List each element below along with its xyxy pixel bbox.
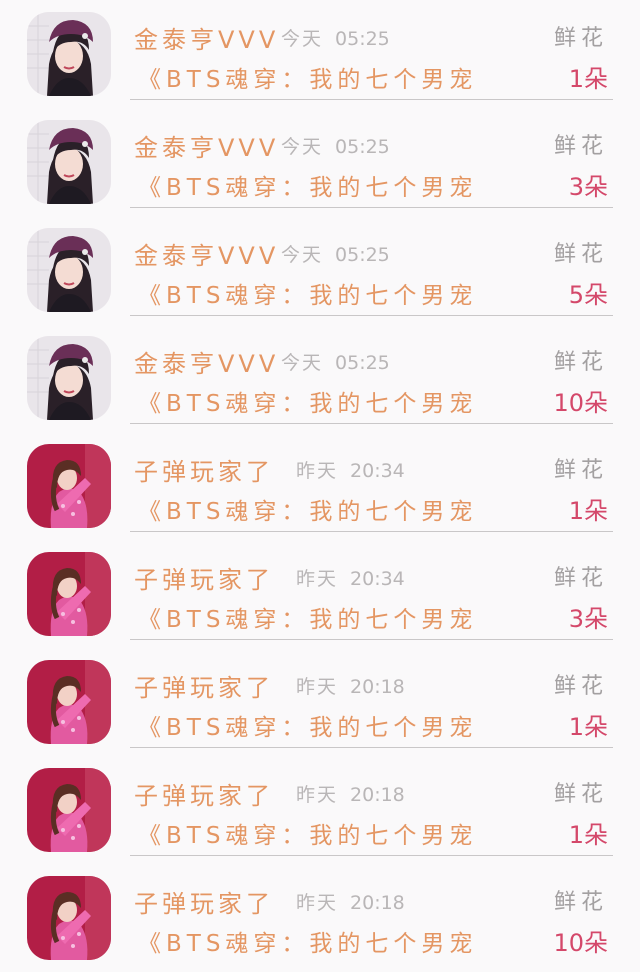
divider — [130, 422, 613, 424]
list-item[interactable]: 子弹玩家了 昨天 20:34 鲜花 《BTS魂穿：我的七个男宠 3朵 — [0, 540, 640, 648]
avatar-pink-outfit-girl-icon[interactable] — [27, 876, 111, 960]
user-name: 子弹玩家了 — [134, 566, 274, 594]
list-item[interactable]: 金泰亨VVV 今天 05:25 鲜花 《BTS魂穿：我的七个男宠 5朵 — [0, 216, 640, 324]
list-item[interactable]: 金泰亨VVV 今天 05:25 鲜花 《BTS魂穿：我的七个男宠 10朵 — [0, 324, 640, 432]
divider — [130, 746, 613, 748]
avatar-beret-girl-icon[interactable] — [27, 12, 111, 96]
list-item[interactable]: 金泰亨VVV 今天 05:25 鲜花 《BTS魂穿：我的七个男宠 3朵 — [0, 108, 640, 216]
book-title: 《BTS魂穿：我的七个男宠 — [138, 67, 478, 93]
timestamp: 昨天 20:34 — [296, 568, 405, 590]
gift-type-label: 鲜花 — [553, 674, 608, 699]
timestamp: 昨天 20:18 — [296, 676, 405, 698]
gift-amount: 1朵 — [568, 713, 608, 741]
timestamp: 今天 05:25 — [281, 352, 390, 374]
user-name: 金泰亨VVV — [134, 134, 280, 162]
book-title: 《BTS魂穿：我的七个男宠 — [138, 175, 478, 201]
timestamp: 今天 05:25 — [281, 28, 390, 50]
gift-amount: 10朵 — [553, 389, 608, 417]
gift-type-label: 鲜花 — [553, 26, 608, 51]
list-item[interactable]: 子弹玩家了 昨天 20:18 鲜花 《BTS魂穿：我的七个男宠 10朵 — [0, 864, 640, 972]
gift-type-label: 鲜花 — [553, 890, 608, 915]
timestamp: 昨天 20:18 — [296, 784, 405, 806]
list-item[interactable]: 金泰亨VVV 今天 05:25 鲜花 《BTS魂穿：我的七个男宠 1朵 — [0, 0, 640, 108]
divider — [130, 854, 613, 856]
avatar-pink-outfit-girl-icon[interactable] — [27, 660, 111, 744]
gift-amount: 1朵 — [568, 821, 608, 849]
avatar-pink-outfit-girl-icon[interactable] — [27, 444, 111, 528]
divider — [130, 638, 613, 640]
gift-amount: 3朵 — [568, 605, 608, 633]
avatar-pink-outfit-girl-icon[interactable] — [27, 552, 111, 636]
book-title: 《BTS魂穿：我的七个男宠 — [138, 499, 478, 525]
gift-amount: 5朵 — [568, 281, 608, 309]
gift-type-label: 鲜花 — [553, 566, 608, 591]
gift-amount: 1朵 — [568, 497, 608, 525]
user-name: 子弹玩家了 — [134, 782, 274, 810]
gift-type-label: 鲜花 — [553, 134, 608, 159]
book-title: 《BTS魂穿：我的七个男宠 — [138, 823, 478, 849]
list-item[interactable]: 子弹玩家了 昨天 20:18 鲜花 《BTS魂穿：我的七个男宠 1朵 — [0, 756, 640, 864]
gift-type-label: 鲜花 — [553, 242, 608, 267]
avatar-pink-outfit-girl-icon[interactable] — [27, 768, 111, 852]
gift-type-label: 鲜花 — [553, 458, 608, 483]
gift-amount: 10朵 — [553, 929, 608, 957]
divider — [130, 206, 613, 208]
user-name: 金泰亨VVV — [134, 242, 280, 270]
user-name: 子弹玩家了 — [134, 890, 274, 918]
gift-amount: 3朵 — [568, 173, 608, 201]
avatar-beret-girl-icon[interactable] — [27, 228, 111, 312]
timestamp: 昨天 20:34 — [296, 460, 405, 482]
gift-record-list: 金泰亨VVV 今天 05:25 鲜花 《BTS魂穿：我的七个男宠 1朵 金泰亨VV… — [0, 0, 640, 959]
gift-amount: 1朵 — [568, 65, 608, 93]
book-title: 《BTS魂穿：我的七个男宠 — [138, 607, 478, 633]
avatar-beret-girl-icon[interactable] — [27, 336, 111, 420]
user-name: 子弹玩家了 — [134, 458, 274, 486]
list-item[interactable]: 子弹玩家了 昨天 20:18 鲜花 《BTS魂穿：我的七个男宠 1朵 — [0, 648, 640, 756]
list-item[interactable]: 子弹玩家了 昨天 20:34 鲜花 《BTS魂穿：我的七个男宠 1朵 — [0, 432, 640, 540]
gift-type-label: 鲜花 — [553, 350, 608, 375]
divider — [130, 314, 613, 316]
book-title: 《BTS魂穿：我的七个男宠 — [138, 715, 478, 741]
timestamp: 今天 05:25 — [281, 136, 390, 158]
divider — [130, 98, 613, 100]
book-title: 《BTS魂穿：我的七个男宠 — [138, 283, 478, 309]
divider — [130, 530, 613, 532]
user-name: 子弹玩家了 — [134, 674, 274, 702]
user-name: 金泰亨VVV — [134, 26, 280, 54]
book-title: 《BTS魂穿：我的七个男宠 — [138, 391, 478, 417]
avatar-beret-girl-icon[interactable] — [27, 120, 111, 204]
timestamp: 昨天 20:18 — [296, 892, 405, 914]
user-name: 金泰亨VVV — [134, 350, 280, 378]
book-title: 《BTS魂穿：我的七个男宠 — [138, 931, 478, 957]
timestamp: 今天 05:25 — [281, 244, 390, 266]
gift-type-label: 鲜花 — [553, 782, 608, 807]
